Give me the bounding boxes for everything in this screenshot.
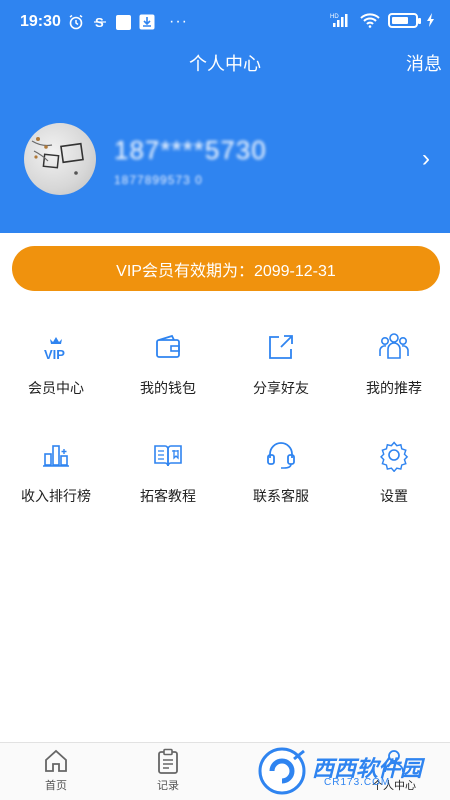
notification-square-icon [116, 14, 131, 30]
vip-expiry-banner[interactable]: VIP会员有效期为：2099-12-31 [12, 246, 440, 291]
header-background: 19:30 S ··· H [0, 0, 450, 233]
grid-label: 分享好友 [253, 380, 309, 396]
status-icons-right: HD [330, 12, 436, 28]
grid-item-settings[interactable]: 设置 [338, 430, 450, 520]
s-app-icon: S [94, 15, 106, 30]
grid-item-wallet[interactable]: 我的钱包 [112, 322, 224, 412]
grid-row-2: 收入排行榜 拓客教程 联系客服 设置 [0, 430, 450, 538]
grid-item-tutorial[interactable]: 拓客教程 [112, 430, 224, 520]
grid-item-share[interactable]: 分享好友 [225, 322, 337, 412]
grid-item-ranking[interactable]: 收入排行榜 [0, 430, 112, 520]
settings-gear-icon [380, 441, 409, 472]
vip-icon-text: VIP [44, 347, 65, 362]
messages-link[interactable]: 消息 [406, 50, 442, 76]
wallet-icon [156, 334, 180, 358]
share-icon [269, 335, 293, 359]
referral-people-icon [379, 333, 409, 359]
grid-item-customer-service[interactable]: 联系客服 [225, 430, 337, 520]
grid-label: 联系客服 [253, 488, 309, 504]
watermark-logo-icon [258, 747, 306, 795]
battery-icon [388, 12, 421, 28]
user-phone: 187****5730 [114, 135, 267, 165]
charging-bolt-icon [427, 13, 434, 27]
grid-label: 拓客教程 [140, 488, 196, 504]
status-icons-left: S ··· [68, 13, 188, 31]
watermark-overlay: 西西软件园 CR173.COM [250, 745, 450, 797]
status-bar: 19:30 S ··· H [0, 0, 450, 42]
bottom-nav: 首页 记录 个人中心 西西软件园 CR173.COM [0, 742, 450, 800]
grid-label: 会员中心 [28, 380, 84, 396]
chevron-right-icon[interactable]: › [422, 145, 430, 173]
grid-label: 我的钱包 [140, 380, 196, 396]
avatar[interactable] [24, 123, 96, 195]
nav-home[interactable]: 首页 [0, 747, 112, 793]
status-time: 19:30 [20, 13, 61, 30]
feature-grid: VIP 会员中心 我的钱包 分享好友 我的推荐 收入排行榜 拓客教程 联系客服 … [0, 322, 450, 538]
profile-row[interactable]: 187****5730 1877899573 0 › [0, 115, 450, 205]
page-title: 个人中心 [189, 54, 261, 74]
user-id: 1877899573 0 [114, 173, 203, 187]
network-type-label: HD [330, 14, 339, 20]
vip-crown-icon: VIP [44, 337, 65, 362]
ranking-icon [43, 445, 69, 467]
more-notifications-icon: ··· [169, 13, 188, 30]
title-bar: 个人中心 消息 [0, 42, 450, 82]
grid-row-1: VIP 会员中心 我的钱包 分享好友 我的推荐 [0, 322, 450, 430]
clipboard-icon [158, 748, 178, 774]
nav-label: 首页 [45, 780, 67, 792]
nav-label: 记录 [157, 780, 179, 792]
nav-records[interactable]: 记录 [112, 747, 224, 793]
grid-label: 我的推荐 [366, 380, 422, 396]
signal-icon: HD [330, 14, 348, 27]
headset-icon [267, 442, 295, 469]
grid-item-referrals[interactable]: 我的推荐 [338, 322, 450, 412]
watermark-sub: CR173.COM [324, 777, 391, 788]
screen: 19:30 S ··· H [0, 0, 450, 800]
alarm-icon [69, 14, 83, 30]
tutorial-book-icon [154, 445, 182, 467]
wifi-icon [360, 13, 380, 28]
grid-label: 设置 [380, 488, 408, 504]
home-icon [45, 749, 67, 772]
grid-item-member-center[interactable]: VIP 会员中心 [0, 322, 112, 412]
vip-expiry-text: VIP会员有效期为：2099-12-31 [116, 262, 336, 280]
avatar-image [31, 137, 84, 175]
grid-label: 收入排行榜 [21, 488, 91, 504]
download-icon [139, 14, 155, 30]
